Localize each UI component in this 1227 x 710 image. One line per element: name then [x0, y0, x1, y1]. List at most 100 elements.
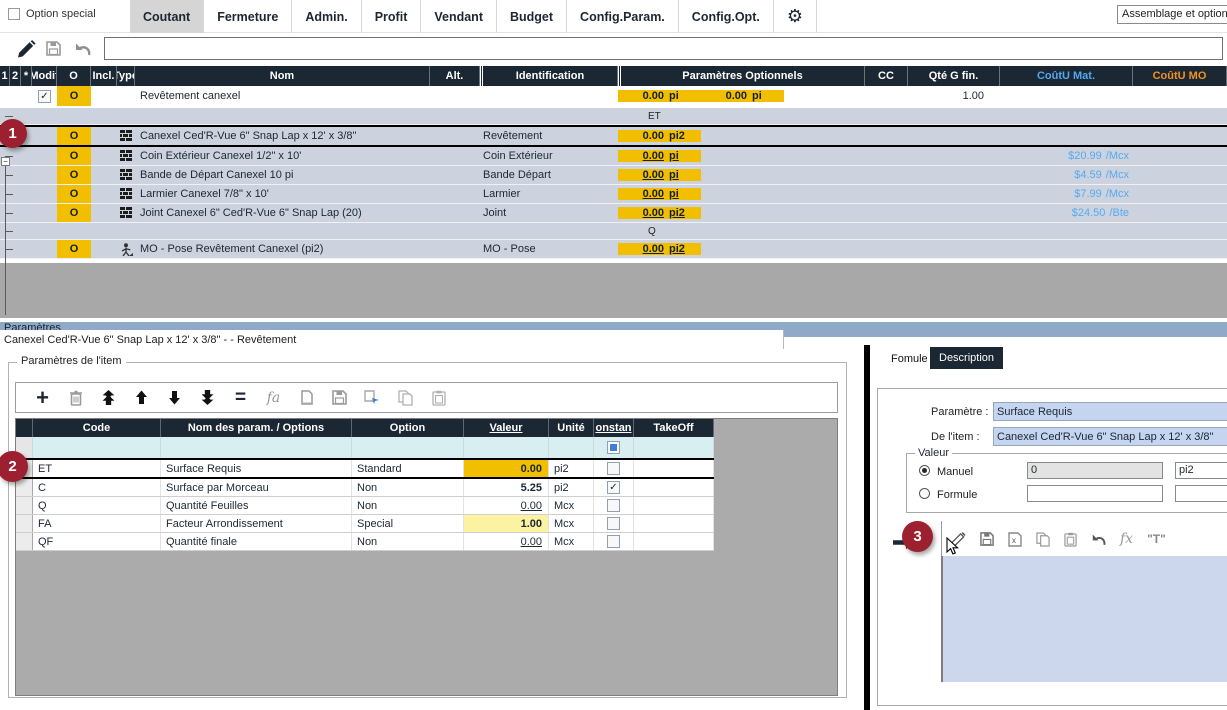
valeur-cell[interactable]: 0.00: [464, 460, 549, 477]
param-cell[interactable]: 0.00pi: [618, 150, 701, 162]
paste-icon[interactable]: [1064, 532, 1077, 547]
tab-profit[interactable]: Profit: [362, 0, 422, 33]
table-row-group[interactable]: ✓ O Revêtement canexel 0.00pi 0.00pi 1.0…: [0, 86, 1227, 106]
param-cell[interactable]: 0.00pi: [701, 90, 784, 102]
valeur-cell[interactable]: 0.00: [464, 533, 549, 550]
save-icon[interactable]: [980, 532, 994, 546]
col-modif[interactable]: Modif: [32, 66, 57, 86]
paste-icon[interactable]: [422, 390, 455, 406]
edit-pencil-icon[interactable]: [18, 40, 36, 58]
col-unite[interactable]: Unité: [549, 419, 594, 437]
constant-filter-checkbox[interactable]: [607, 441, 620, 454]
save-icon[interactable]: [323, 390, 356, 405]
assemblage-box[interactable]: Assemblage et option: [1117, 5, 1227, 24]
tab-config-opt[interactable]: Config.Opt.: [679, 0, 774, 33]
constant-checkbox[interactable]: [607, 535, 620, 548]
col-2[interactable]: 2: [10, 66, 21, 86]
param-row[interactable]: FA Facteur Arrondissement Special 1.00 M…: [16, 515, 714, 533]
undo-icon[interactable]: [1091, 533, 1106, 546]
parametre-field[interactable]: Surface Requis: [993, 402, 1227, 421]
param-cell[interactable]: 0.00pi: [618, 188, 701, 200]
modif-checkbox[interactable]: ✓: [38, 90, 51, 103]
add-icon[interactable]: +: [26, 385, 59, 411]
tab-vendant[interactable]: Vendant: [421, 0, 497, 33]
col-nom[interactable]: Nom: [135, 66, 430, 86]
table-row[interactable]: O Joint Canexel 6" Ced'R-Vue 6" Snap Lap…: [0, 204, 1227, 223]
tab-coutant[interactable]: Coutant: [130, 0, 204, 33]
save-icon[interactable]: [46, 41, 61, 56]
text-t-icon[interactable]: "T": [1147, 532, 1166, 546]
formule-value-field[interactable]: [1027, 485, 1163, 502]
formule-unit-field[interactable]: [1175, 485, 1227, 502]
param-row[interactable]: Q Quantité Feuilles Non 0.00 Mcx: [16, 497, 714, 515]
report-icon[interactable]: [290, 390, 323, 406]
export-icon[interactable]: [356, 390, 389, 405]
param-cell[interactable]: 0.00pi: [618, 90, 701, 102]
col-1[interactable]: 1: [0, 66, 10, 86]
param-cell[interactable]: 0.00pi2: [618, 243, 701, 255]
param-row[interactable]: C Surface par Morceau Non 5.25 pi2 ✓: [16, 479, 714, 497]
copy-icon[interactable]: [389, 390, 422, 406]
param-cell[interactable]: 0.00pi: [618, 169, 701, 181]
col-identification[interactable]: Identification: [480, 66, 618, 86]
params-filter-row[interactable]: [16, 437, 714, 458]
checkbox-icon[interactable]: [8, 8, 20, 20]
col-valeur[interactable]: Valeur: [464, 419, 549, 437]
constant-checkbox[interactable]: [607, 499, 620, 512]
manuel-value-field[interactable]: 0: [1027, 462, 1163, 479]
option-special-checkbox[interactable]: Option special: [8, 8, 96, 20]
fx-icon[interactable]: fx: [1120, 531, 1133, 547]
col-alt[interactable]: Alt.: [430, 66, 480, 86]
valeur-cell[interactable]: 5.25: [464, 479, 549, 496]
move-down-icon[interactable]: [158, 390, 191, 405]
table-row-operator[interactable]: Q: [0, 223, 1227, 240]
col-incl[interactable]: Incl.: [91, 66, 117, 86]
manuel-radio[interactable]: [919, 465, 930, 476]
param-row[interactable]: QF Quantité finale Non 0.00 Mcx: [16, 533, 714, 551]
equals-icon[interactable]: =: [224, 387, 257, 409]
undo-icon[interactable]: [74, 42, 91, 56]
col-cc[interactable]: CC: [865, 66, 908, 86]
param-row-selected[interactable]: ET Surface Requis Standard 0.00 pi2: [16, 458, 714, 479]
table-row-selected[interactable]: O Canexel Ced'R-Vue 6" Snap Lap x 12' x …: [0, 125, 1227, 147]
table-row[interactable]: O Coin Extérieur Canexel 1/2" x 10' Coin…: [0, 147, 1227, 166]
table-row-operator[interactable]: ET: [0, 108, 1227, 125]
excel-icon[interactable]: x: [1008, 532, 1022, 547]
tab-fomule[interactable]: Fomule: [882, 348, 937, 369]
constant-checkbox[interactable]: ✓: [607, 481, 620, 494]
col-coutu-mo[interactable]: CoûtU MO: [1133, 66, 1227, 86]
settings-gear-icon[interactable]: ⚙: [774, 0, 817, 33]
table-row[interactable]: O Larmier Canexel 7/8" x 10' Larmier 0.0…: [0, 185, 1227, 204]
de-item-field[interactable]: Canexel Ced'R-Vue 6" Snap Lap x 12' x 3/…: [993, 427, 1227, 446]
manuel-unit-field[interactable]: pi2: [1175, 462, 1227, 479]
col-o[interactable]: O: [57, 66, 91, 86]
col-nom-params[interactable]: Nom des param. / Options: [161, 419, 352, 437]
tab-fermeture[interactable]: Fermeture: [204, 0, 292, 33]
formula-textarea[interactable]: [941, 556, 1227, 682]
move-bottom-icon[interactable]: [191, 390, 224, 405]
col-coutu-mat[interactable]: CoûtU Mat.: [1000, 66, 1133, 86]
formule-radio[interactable]: [919, 488, 930, 499]
constant-checkbox[interactable]: [607, 517, 620, 530]
valeur-cell[interactable]: 0.00: [464, 497, 549, 514]
param-cell[interactable]: 0.00pi2: [618, 130, 701, 142]
copy-icon[interactable]: [1036, 532, 1050, 547]
move-top-icon[interactable]: [92, 390, 125, 405]
table-row[interactable]: O MO - Pose Revêtement Canexel (pi2) MO …: [0, 240, 1227, 259]
formula-fa-icon[interactable]: fa: [257, 390, 290, 406]
col-constant[interactable]: onstan: [594, 419, 634, 437]
tab-config-param[interactable]: Config.Param.: [567, 0, 679, 33]
col-star[interactable]: *: [21, 66, 32, 86]
collapse-icon[interactable]: −: [1, 157, 10, 166]
tab-admin[interactable]: Admin.: [292, 0, 361, 33]
col-code[interactable]: Code: [33, 419, 161, 437]
col-takeoff[interactable]: TakeOff: [634, 419, 714, 437]
table-row[interactable]: O Bande de Départ Canexel 10 pi Bande Dé…: [0, 166, 1227, 185]
col-option[interactable]: Option: [352, 419, 464, 437]
tab-budget[interactable]: Budget: [497, 0, 567, 33]
col-type[interactable]: Type: [117, 66, 135, 86]
formula-input[interactable]: [104, 37, 1223, 60]
constant-checkbox[interactable]: [607, 462, 620, 475]
move-up-icon[interactable]: [125, 390, 158, 405]
param-cell[interactable]: 0.00pi2: [618, 207, 701, 219]
